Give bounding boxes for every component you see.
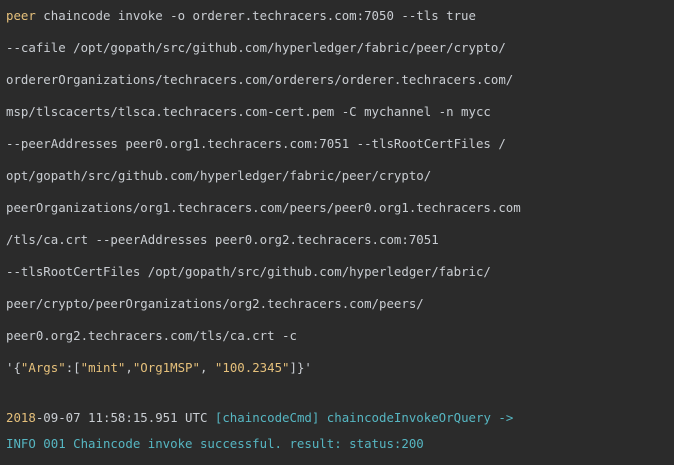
- command-line-2: --cafile /opt/gopath/src/github.com/hype…: [6, 40, 506, 55]
- command-text: chaincode invoke -o orderer.techracers.c…: [35, 8, 476, 23]
- command-keyword: peer: [6, 8, 36, 23]
- args-value-3: "100.2345": [214, 360, 290, 375]
- args-json-line: '{"Args":["mint","Org1MSP", "100.2345"]}…: [6, 358, 312, 378]
- command-line-11: peer0.org2.techracers.com/tls/ca.crt -c: [6, 328, 297, 343]
- args-colon: :[: [65, 360, 81, 375]
- command-line-5: --peerAddresses peer0.org1.techracers.co…: [6, 136, 506, 151]
- log-year: 2018: [6, 410, 36, 425]
- args-comma-1: ,: [125, 360, 133, 375]
- log-line-timestamp: 2018-09-07 11:58:15.951 UTC [chaincodeCm…: [6, 408, 513, 428]
- terminal-output[interactable]: peer chaincode invoke -o orderer.techrac…: [0, 0, 674, 465]
- command-line-3: ordererOrganizations/techracers.com/orde…: [6, 72, 514, 87]
- command-line-4: msp/tlscacerts/tlsca.techracers.com-cert…: [6, 104, 491, 119]
- log-tag: [chaincodeCmd] chaincodeInvokeOrQuery ->: [214, 410, 514, 425]
- log-line-result: INFO 001 Chaincode invoke successful. re…: [6, 436, 424, 451]
- args-close: ]}': [289, 360, 312, 375]
- command-line-1: peer chaincode invoke -o orderer.techrac…: [6, 6, 476, 26]
- command-line-6: opt/gopath/src/github.com/hyperledger/fa…: [6, 168, 432, 183]
- command-line-8: /tls/ca.crt --peerAddresses peer0.org2.t…: [6, 232, 439, 247]
- command-line-7: peerOrganizations/org1.techracers.com/pe…: [6, 200, 521, 215]
- args-open: '{: [6, 360, 21, 375]
- args-comma-2: ,: [199, 360, 215, 375]
- command-line-10: peer/crypto/peerOrganizations/org2.techr…: [6, 296, 424, 311]
- args-value-1: "mint": [80, 360, 126, 375]
- command-line-9: --tlsRootCertFiles /opt/gopath/src/githu…: [6, 264, 491, 279]
- args-key: "Args": [20, 360, 66, 375]
- log-datetime: -09-07 11:58:15.951 UTC: [35, 410, 215, 425]
- args-value-2: "Org1MSP": [132, 360, 200, 375]
